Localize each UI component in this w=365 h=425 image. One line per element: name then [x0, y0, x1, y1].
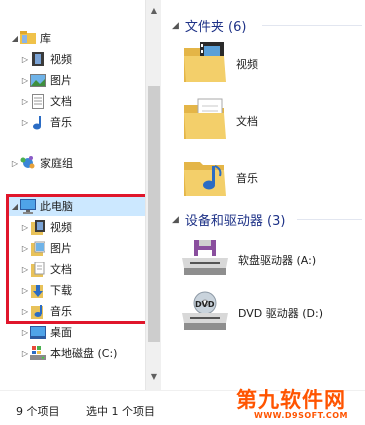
documents-folder-icon	[184, 97, 228, 144]
expanded-arrow-icon[interactable]: ◢	[10, 34, 20, 43]
group-header-devices[interactable]: ◢ 设备和驱动器 (3)	[172, 210, 285, 229]
music-icon	[30, 114, 46, 130]
collapsed-arrow-icon[interactable]: ▷	[20, 328, 30, 337]
nav-label-lib-videos: 视频	[50, 53, 72, 66]
pictures-icon	[30, 72, 46, 88]
nav-label-pc-local-disk: 本地磁盘 (C:)	[50, 347, 118, 360]
chevron-down-icon[interactable]: ◢	[172, 21, 179, 31]
svg-text:DVD: DVD	[195, 300, 215, 309]
nav-label-lib-music: 音乐	[50, 116, 72, 129]
folder-item-videos[interactable]: 视频	[184, 40, 258, 87]
watermark-text: 第九软件网	[236, 388, 346, 412]
drive-label-dvd: DVD 驱动器 (D:)	[238, 306, 324, 320]
folder-label-music: 音乐	[236, 171, 258, 185]
folder-label-documents: 文档	[236, 114, 258, 128]
collapsed-arrow-icon[interactable]: ▷	[20, 118, 30, 127]
scroll-down-icon[interactable]: ▼	[146, 372, 162, 384]
devices-header-label: 设备和驱动器 (3)	[184, 214, 286, 229]
collapsed-arrow-icon[interactable]: ▷	[20, 97, 30, 106]
nav-label-lib-documents: 文档	[50, 95, 72, 108]
nav-item-pc-desktop[interactable]: ▷ 桌面	[20, 322, 72, 342]
nav-item-lib-music[interactable]: ▷ 音乐	[20, 112, 72, 132]
content-pane: ◢ 文件夹 (6) 视频 文档 音乐 ◢ 设备和驱动器 (3) 软盘驱动器 (A…	[162, 0, 365, 390]
document-icon	[30, 93, 46, 109]
collapsed-arrow-icon[interactable]: ▷	[20, 76, 30, 85]
group-divider	[297, 219, 362, 220]
nav-label-pc-desktop: 桌面	[50, 326, 72, 339]
scroll-up-icon[interactable]: ▲	[146, 6, 162, 18]
library-icon	[20, 30, 36, 46]
music-folder-icon	[184, 154, 228, 201]
drive-item-dvd[interactable]: DVD DVD 驱动器 (D:)	[180, 291, 323, 334]
folder-item-music[interactable]: 音乐	[184, 154, 258, 201]
desktop-icon	[30, 324, 46, 340]
collapsed-arrow-icon[interactable]: ▷	[20, 55, 30, 64]
nav-item-homegroup[interactable]: ▷ 家庭组	[10, 153, 73, 173]
dvd-drive-icon: DVD	[180, 291, 230, 334]
drive-item-floppy[interactable]: 软盘驱动器 (A:)	[180, 240, 316, 279]
group-divider	[262, 25, 362, 26]
status-selected-count: 选中 1 个项目	[86, 405, 155, 418]
nav-label-lib-pictures: 图片	[50, 74, 72, 87]
nav-item-library[interactable]: ◢ 库	[10, 28, 51, 48]
nav-label-homegroup: 家庭组	[40, 157, 73, 170]
video-icon	[30, 51, 46, 67]
folders-header-label: 文件夹 (6)	[184, 20, 247, 35]
watermark-url: WWW.D9SOFT.COM	[254, 411, 349, 420]
local-disk-icon	[30, 345, 46, 361]
nav-label-library: 库	[40, 32, 51, 45]
video-folder-icon	[184, 40, 228, 87]
watermark-logo: 第九软件网 WWW.D9SOFT.COM	[232, 384, 362, 424]
scroll-thumb[interactable]	[148, 86, 160, 342]
folder-label-videos: 视频	[236, 57, 258, 71]
red-highlight-box	[6, 194, 148, 324]
floppy-drive-icon	[180, 240, 230, 279]
nav-item-lib-videos[interactable]: ▷ 视频	[20, 49, 72, 69]
collapsed-arrow-icon[interactable]: ▷	[20, 349, 30, 358]
nav-item-pc-local-disk[interactable]: ▷ 本地磁盘 (C:)	[20, 343, 117, 363]
homegroup-icon	[20, 155, 36, 171]
nav-item-lib-pictures[interactable]: ▷ 图片	[20, 70, 72, 90]
chevron-down-icon[interactable]: ◢	[172, 215, 179, 225]
drive-label-floppy: 软盘驱动器 (A:)	[238, 253, 317, 267]
nav-scrollbar[interactable]: ▲ ▼	[145, 0, 161, 390]
folder-item-documents[interactable]: 文档	[184, 97, 258, 144]
status-item-count: 9 个项目	[16, 405, 60, 418]
nav-item-lib-documents[interactable]: ▷ 文档	[20, 91, 72, 111]
collapsed-arrow-icon[interactable]: ▷	[10, 159, 20, 168]
group-header-folders[interactable]: ◢ 文件夹 (6)	[172, 16, 246, 35]
